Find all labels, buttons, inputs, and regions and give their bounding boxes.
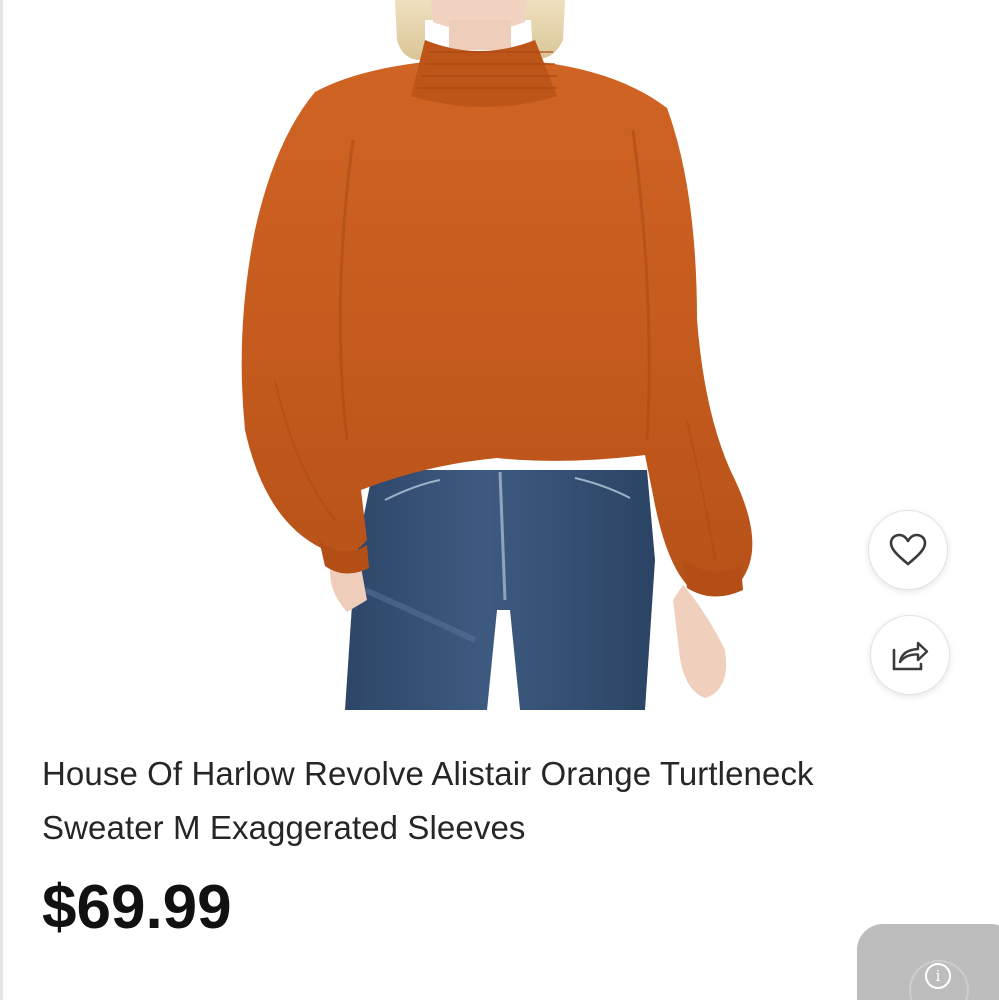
product-price: $69.99 bbox=[42, 873, 232, 942]
info-icon: i bbox=[925, 963, 951, 989]
page-left-border bbox=[0, 0, 3, 1000]
product-photo[interactable] bbox=[235, 0, 765, 710]
product-title: House Of Harlow Revolve Alistair Orange … bbox=[42, 747, 972, 855]
share-button[interactable] bbox=[870, 615, 950, 695]
share-arrow-icon bbox=[890, 638, 930, 672]
heart-outline-icon bbox=[889, 533, 927, 567]
product-title-line-1: House Of Harlow Revolve Alistair Orange … bbox=[42, 755, 814, 792]
favorite-button[interactable] bbox=[868, 510, 948, 590]
product-title-line-2: Sweater M Exaggerated Sleeves bbox=[42, 809, 526, 846]
floating-info-widget[interactable]: i bbox=[857, 924, 999, 1000]
